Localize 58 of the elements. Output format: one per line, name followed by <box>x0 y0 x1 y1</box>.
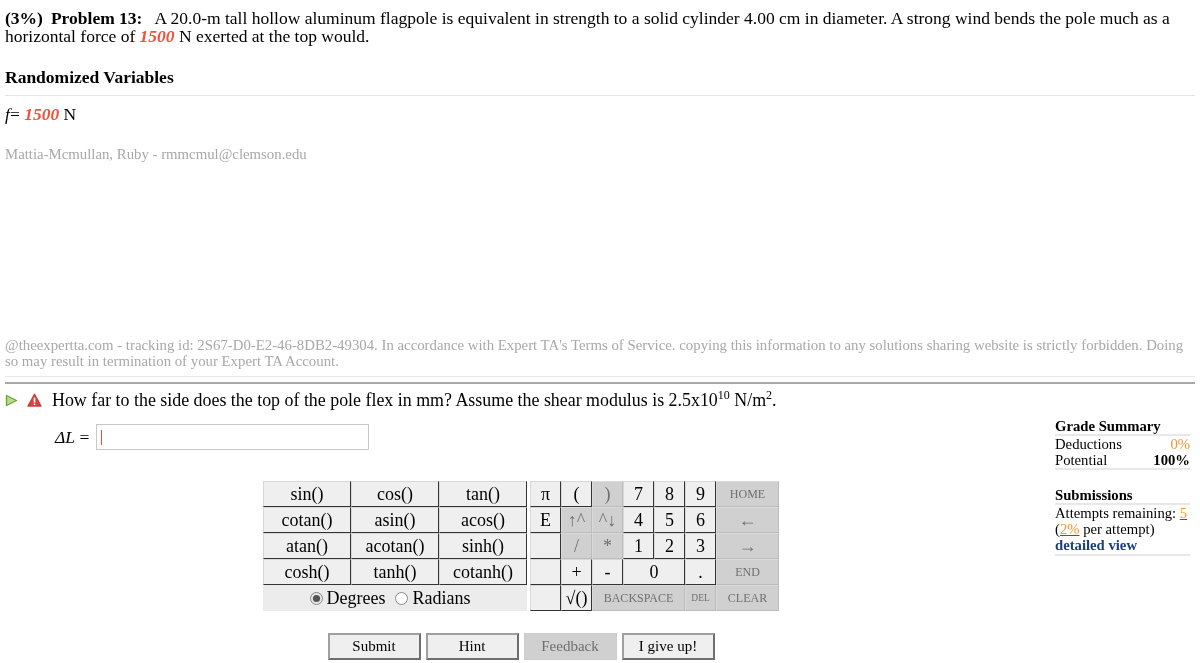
function-key[interactable]: cosh() <box>263 559 351 585</box>
action-button[interactable]: I give up! <box>621 633 715 660</box>
student-info: Mattia-Mcmullan, Ruby - rmmcmul@clemson.edu <box>5 146 308 162</box>
keypad-key[interactable]: 4 <box>623 507 654 533</box>
function-key[interactable]: cos() <box>351 481 439 507</box>
keypad-key[interactable]: 8 <box>654 481 685 507</box>
function-key[interactable]: sinh() <box>439 533 527 559</box>
radio-label[interactable]: Degrees <box>326 589 386 607</box>
detailed-view-link[interactable]: detailed view <box>1055 537 1190 554</box>
keypad-key[interactable]: 9 <box>685 481 716 507</box>
function-key[interactable]: sin() <box>263 481 351 507</box>
answer-label: ΔL = <box>55 428 90 446</box>
warning-icon <box>27 393 42 407</box>
submissions-text: (2% per attempt) <box>1055 521 1156 537</box>
summary-label: Potential <box>1055 452 1108 468</box>
blank-key <box>530 559 561 585</box>
keypad-key[interactable]: + <box>561 559 592 585</box>
keypad-key[interactable]: . <box>685 559 716 585</box>
function-key[interactable]: tan() <box>439 481 527 507</box>
keypad-key[interactable]: 5 <box>654 507 685 533</box>
section-heading: Randomized Variables <box>5 68 175 86</box>
summary-value: 100% <box>1153 452 1190 468</box>
function-key[interactable]: atan() <box>263 533 351 559</box>
blank-key <box>530 533 561 559</box>
keypad-key[interactable]: 2 <box>654 533 685 559</box>
variable-value: f= 1500 N <box>5 105 78 123</box>
function-key[interactable]: cotan() <box>263 507 351 533</box>
keypad-key[interactable]: 3 <box>685 533 716 559</box>
keypad-key[interactable]: π <box>530 481 561 507</box>
tracking-notice: @theexpertta.com - tracking id: 2S67-D0-E2-46-8DB2-49304. In accordance with Expert TA's Terms of Service. copying this information to any solutions sharing website is strictly forbidden. Doing so may result in termination of your Expert TA Account. <box>5 337 1185 369</box>
keypad-key[interactable]: √() <box>561 585 592 611</box>
submissions-text: Attempts remaining: 5 <box>1055 505 1189 521</box>
keypad-key[interactable]: 0 <box>623 559 685 585</box>
function-key[interactable]: acotan() <box>351 533 439 559</box>
function-key[interactable]: cotanh() <box>439 559 527 585</box>
radio-button[interactable] <box>395 591 409 605</box>
radio-label[interactable]: Radians <box>412 589 471 607</box>
keypad-key[interactable]: ( <box>561 481 592 507</box>
keypad-key[interactable]: 7 <box>623 481 654 507</box>
keypad-key[interactable]: 6 <box>685 507 716 533</box>
answer-field[interactable] <box>96 424 370 450</box>
play-icon[interactable] <box>5 393 18 407</box>
summary-value: 0% <box>1170 436 1190 452</box>
grade-summary-title: Grade Summary <box>1055 418 1190 436</box>
keypad-key[interactable]: - <box>592 559 623 585</box>
submissions-title: Submissions <box>1055 487 1190 505</box>
keypad-key[interactable]: E <box>530 507 561 533</box>
question-text: How far to the side does the top of the pole flex in mm? Assume the shear modulus is 2.5x10$^{10}$ N/m$^{2}$. <box>52 391 777 409</box>
action-button[interactable]: Submit <box>327 633 421 660</box>
summary-label: Deductions <box>1055 436 1122 452</box>
problem-text: (3%) Problem 13: A 20.0-m tall hollow aluminum flagpole is equivalent in strength to a solid cylinder 4.00 cm in diameter. A strong wind bends the pole much as a horizontal force of 1500 N exerted at the top would. <box>5 9 1171 45</box>
blank-key <box>530 585 561 611</box>
radio-button[interactable] <box>309 591 323 605</box>
function-key[interactable]: acos() <box>439 507 527 533</box>
function-key[interactable]: asin() <box>351 507 439 533</box>
function-key[interactable]: tanh() <box>351 559 439 585</box>
keypad-key[interactable]: 1 <box>623 533 654 559</box>
action-button[interactable]: Hint <box>425 633 519 660</box>
